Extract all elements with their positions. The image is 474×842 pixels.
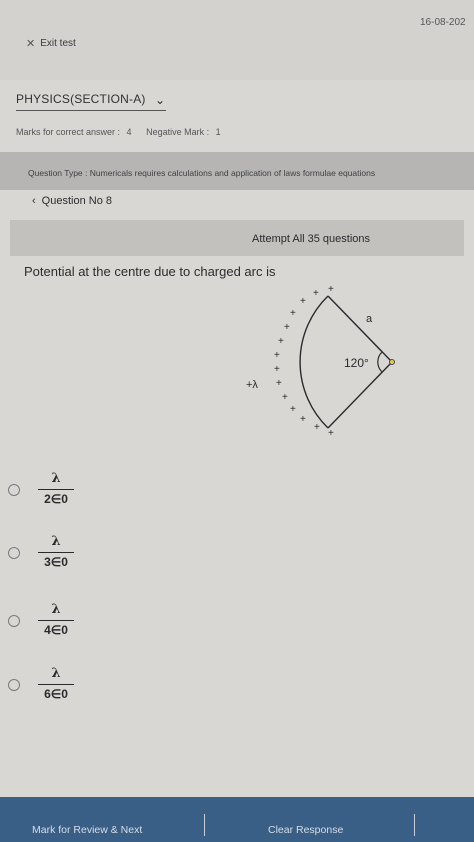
clear-response-button[interactable]: Clear Response: [268, 824, 343, 836]
radio-button[interactable]: [8, 547, 20, 559]
arc: [299, 295, 329, 429]
charged-arc-diagram: 120° a +λ + + ++ ++ ++ ++ ++ ++: [246, 284, 395, 439]
fraction-bar: [38, 552, 74, 553]
svg-text:+: +: [300, 414, 306, 425]
svg-text:+: +: [290, 308, 296, 319]
attempt-text: Attempt All 35 questions: [252, 233, 371, 245]
option-4[interactable]: λ 6∈0: [8, 665, 88, 715]
section-selector[interactable]: PHYSICS(SECTION-A): [16, 92, 146, 106]
option-denominator: 6∈0: [44, 687, 68, 701]
close-icon[interactable]: ✕: [26, 37, 35, 50]
svg-text:+: +: [276, 378, 282, 389]
svg-text:+: +: [300, 296, 306, 307]
question-text: Potential at the centre due to charged a…: [24, 264, 276, 279]
option-2[interactable]: λ 3∈0: [8, 533, 88, 583]
angle-mark: [377, 351, 383, 373]
svg-text:+: +: [278, 336, 284, 347]
option-fraction: λ 4∈0: [36, 601, 76, 638]
question-type-text: Question Type : Numericals requires calc…: [28, 168, 376, 178]
negative-label: Negative Mark :: [146, 127, 210, 137]
option-numerator: λ: [51, 602, 61, 617]
radius-top: [327, 295, 393, 363]
negative-value: 1: [215, 127, 221, 137]
option-denominator: 2∈0: [44, 492, 68, 506]
centre-point: [389, 359, 395, 365]
radio-button[interactable]: [8, 679, 20, 691]
plus-signs: + + ++ ++ ++ ++ ++ ++: [274, 284, 334, 439]
option-numerator: λ: [51, 471, 61, 486]
option-denominator: 3∈0: [44, 555, 68, 569]
option-1[interactable]: λ 2∈0: [8, 470, 88, 520]
marks-correct-value: 4: [126, 127, 132, 137]
option-numerator: λ: [51, 534, 61, 549]
svg-text:+: +: [274, 350, 280, 361]
option-denominator: 4∈0: [44, 623, 68, 637]
svg-text:+: +: [328, 284, 334, 295]
option-numerator: λ: [51, 666, 61, 681]
svg-text:+: +: [314, 422, 320, 433]
option-fraction: λ 2∈0: [36, 470, 76, 507]
section-underline: [16, 110, 166, 111]
angle-label: 120°: [344, 356, 369, 370]
footer-divider: [414, 814, 415, 836]
chevron-left-icon[interactable]: ‹: [32, 195, 36, 207]
fraction-bar: [38, 620, 74, 621]
svg-text:+: +: [313, 288, 319, 299]
radius-bottom: [327, 361, 393, 429]
svg-text:+: +: [328, 428, 334, 439]
question-number: Question No 8: [41, 195, 112, 207]
date-text: 16-08-202: [420, 17, 466, 28]
svg-text:+: +: [274, 364, 280, 375]
svg-text:+: +: [290, 404, 296, 415]
question-number-back[interactable]: ‹ Question No 8: [32, 195, 112, 207]
svg-text:+: +: [284, 322, 290, 333]
chevron-down-icon[interactable]: ⌄: [155, 93, 165, 107]
footer-divider: [204, 814, 205, 836]
charge-label: +λ: [246, 379, 258, 391]
mark-for-review-button[interactable]: Mark for Review & Next: [32, 824, 142, 836]
marks-info: Marks for correct answer : 4 Negative Ma…: [16, 127, 221, 137]
exit-test-label: Exit test: [40, 38, 76, 49]
radio-button[interactable]: [8, 615, 20, 627]
radius-label: a: [366, 313, 373, 325]
fraction-bar: [38, 684, 74, 685]
svg-text:+: +: [282, 392, 288, 403]
marks-correct-label: Marks for correct answer :: [16, 127, 121, 137]
option-fraction: λ 6∈0: [36, 665, 76, 702]
attempt-bar: [10, 220, 464, 256]
option-3[interactable]: λ 4∈0: [8, 601, 88, 651]
fraction-bar: [38, 489, 74, 490]
radio-button[interactable]: [8, 484, 20, 496]
option-fraction: λ 3∈0: [36, 533, 76, 570]
exit-test-button[interactable]: ✕ Exit test: [26, 37, 76, 50]
